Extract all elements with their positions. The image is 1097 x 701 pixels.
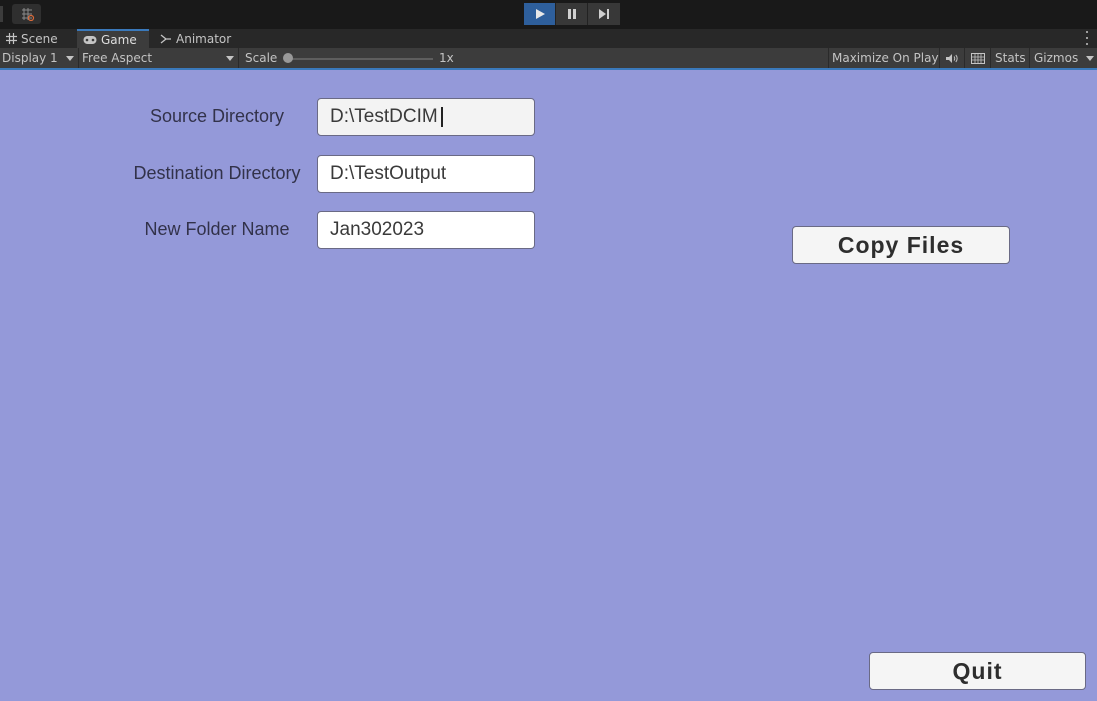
gizmos-toggle[interactable]: Gizmos <box>1034 48 1078 68</box>
display-dropdown[interactable]: Display 1 <box>2 48 58 68</box>
tab-game[interactable]: Game <box>77 29 149 48</box>
play-icon <box>535 9 545 19</box>
speaker-icon <box>946 53 958 63</box>
scale-label: Scale <box>245 51 278 65</box>
scale-slider-track[interactable] <box>287 58 433 60</box>
aspect-chevron-down-icon <box>226 56 234 61</box>
tab-scene[interactable]: Scene <box>0 29 76 48</box>
gizmos-chevron-down-icon[interactable] <box>1086 56 1094 61</box>
collab-icon[interactable] <box>12 4 41 24</box>
step-icon <box>599 9 609 19</box>
pause-button[interactable] <box>556 3 588 25</box>
editor-tabbar: Scene Game Animator <box>0 29 1097 48</box>
quit-button[interactable]: Quit <box>869 652 1086 690</box>
mute-audio-toggle[interactable] <box>945 48 958 68</box>
more-menu-icon[interactable] <box>1083 31 1091 45</box>
display-value: Display 1 <box>2 51 58 65</box>
game-viewport: Source Directory Destination Directory N… <box>0 68 1097 701</box>
copy-files-button[interactable]: Copy Files <box>792 226 1010 264</box>
toolbar-edge <box>0 6 3 22</box>
scale-value: 1x <box>439 51 454 65</box>
keyboard-icon <box>971 52 985 64</box>
step-button[interactable] <box>588 3 620 25</box>
display-chevron-down-icon <box>66 56 74 61</box>
gamepad-icon <box>83 35 97 45</box>
stats-toggle[interactable]: Stats <box>995 48 1026 68</box>
game-view-toolbar: Display 1 Free Aspect Scale 1x Maximize … <box>0 48 1097 68</box>
aspect-value: Free Aspect <box>82 51 153 65</box>
tab-animator[interactable]: Animator <box>154 29 236 48</box>
top-toolbar <box>0 0 1097 29</box>
stats-layout-toggle[interactable] <box>971 48 985 68</box>
tab-scene-label: Scene <box>21 31 58 46</box>
text-cursor <box>441 107 443 127</box>
pause-icon <box>567 9 576 19</box>
play-button[interactable] <box>524 3 556 25</box>
maximize-on-play-toggle[interactable]: Maximize On Play <box>832 48 939 68</box>
destination-directory-input[interactable] <box>317 155 535 193</box>
tab-animator-label: Animator <box>176 31 232 46</box>
aspect-dropdown[interactable]: Free Aspect <box>82 48 152 68</box>
grid-icon <box>6 33 17 44</box>
tab-game-label: Game <box>101 32 137 47</box>
animator-icon <box>160 33 172 44</box>
scale-slider-handle[interactable] <box>283 53 293 63</box>
play-controls <box>524 3 620 25</box>
source-directory-input[interactable] <box>317 98 535 136</box>
new-folder-name-input[interactable] <box>317 211 535 249</box>
